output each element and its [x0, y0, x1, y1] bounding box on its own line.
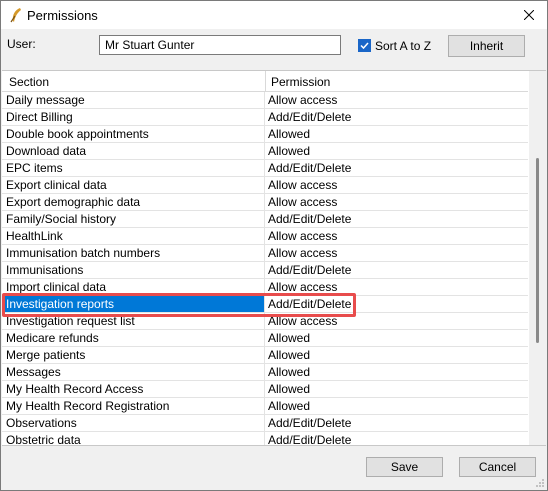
table-row[interactable]: Download data Allowed	[2, 143, 528, 160]
permission-cell[interactable]: Allowed	[265, 381, 528, 397]
checkmark-icon	[360, 42, 369, 50]
table-row[interactable]: Export clinical data Allow access	[2, 177, 528, 194]
section-cell[interactable]: Immunisation batch numbers	[2, 245, 264, 261]
section-cell[interactable]: Obstetric data	[2, 432, 264, 445]
section-cell[interactable]: HealthLink	[2, 228, 264, 244]
permission-cell[interactable]: Allowed	[265, 347, 528, 363]
grid-rows: Daily message Allow access Direct Billing A…	[2, 92, 528, 445]
permission-cell[interactable]: Add/Edit/Delete	[265, 160, 528, 176]
user-label: User:	[7, 37, 36, 51]
table-row[interactable]: Immunisation batch numbers Allow access	[2, 245, 528, 262]
permission-cell[interactable]: Allow access	[265, 228, 528, 244]
table-row[interactable]: Immunisations Add/Edit/Delete	[2, 262, 528, 279]
table-row[interactable]: Merge patients Allowed	[2, 347, 528, 364]
section-cell[interactable]: Medicare refunds	[2, 330, 264, 346]
permission-cell[interactable]: Allowed	[265, 398, 528, 414]
window-title: Permissions	[27, 8, 98, 23]
permission-cell[interactable]: Add/Edit/Delete	[265, 109, 528, 125]
user-field[interactable]: Mr Stuart Gunter	[99, 35, 341, 55]
vertical-scrollbar[interactable]	[529, 71, 546, 445]
permission-cell[interactable]: Allow access	[265, 194, 528, 210]
section-cell[interactable]: Daily message	[2, 92, 264, 108]
table-row[interactable]: My Health Record Registration Allowed	[2, 398, 528, 415]
section-cell[interactable]: Export clinical data	[2, 177, 264, 193]
close-icon	[524, 10, 534, 20]
table-row[interactable]: Export demographic data Allow access	[2, 194, 528, 211]
table-row[interactable]: Observations Add/Edit/Delete	[2, 415, 528, 432]
section-cell[interactable]: My Health Record Registration	[2, 398, 264, 414]
table-row[interactable]: EPC items Add/Edit/Delete	[2, 160, 528, 177]
section-cell[interactable]: Merge patients	[2, 347, 264, 363]
permissions-grid: Section Permission Daily message Allow ac…	[2, 70, 546, 446]
permission-cell[interactable]: Add/Edit/Delete	[265, 415, 528, 431]
permission-cell[interactable]: Allowed	[265, 126, 528, 142]
cancel-button[interactable]: Cancel	[459, 457, 536, 477]
table-row[interactable]: Double book appointments Allowed	[2, 126, 528, 143]
permission-cell[interactable]: Allow access	[265, 177, 528, 193]
column-header-permission[interactable]: Permission	[271, 75, 330, 89]
highlight-box	[2, 293, 356, 317]
permission-cell[interactable]: Allowed	[265, 143, 528, 159]
column-divider[interactable]	[265, 71, 266, 91]
section-cell[interactable]: Download data	[2, 143, 264, 159]
section-cell[interactable]: Family/Social history	[2, 211, 264, 227]
sort-a-to-z-label[interactable]: Sort A to Z	[375, 39, 431, 53]
resize-grip-icon[interactable]	[535, 478, 545, 488]
title-bar: Permissions	[1, 1, 547, 29]
feather-icon	[10, 8, 21, 23]
inherit-button[interactable]: Inherit	[448, 35, 525, 57]
permissions-dialog: Permissions User: Mr Stuart Gunter Sort …	[0, 0, 548, 491]
column-header-section[interactable]: Section	[9, 75, 49, 89]
section-cell[interactable]: Double book appointments	[2, 126, 264, 142]
table-row[interactable]: My Health Record Access Allowed	[2, 381, 528, 398]
table-row[interactable]: Family/Social history Add/Edit/Delete	[2, 211, 528, 228]
save-button[interactable]: Save	[366, 457, 443, 477]
permission-cell[interactable]: Add/Edit/Delete	[265, 211, 528, 227]
scroll-thumb[interactable]	[536, 158, 539, 343]
permission-cell[interactable]: Allow access	[265, 245, 528, 261]
section-cell[interactable]: Messages	[2, 364, 264, 380]
section-cell[interactable]: Observations	[2, 415, 264, 431]
table-row[interactable]: Messages Allowed	[2, 364, 528, 381]
section-cell[interactable]: Immunisations	[2, 262, 264, 278]
section-cell[interactable]: My Health Record Access	[2, 381, 264, 397]
close-button[interactable]	[511, 1, 547, 29]
table-row[interactable]: Medicare refunds Allowed	[2, 330, 528, 347]
sort-a-to-z-checkbox[interactable]	[358, 39, 371, 52]
section-cell[interactable]: Direct Billing	[2, 109, 264, 125]
table-row[interactable]: HealthLink Allow access	[2, 228, 528, 245]
table-row[interactable]: Direct Billing Add/Edit/Delete	[2, 109, 528, 126]
section-cell[interactable]: EPC items	[2, 160, 264, 176]
permission-cell[interactable]: Add/Edit/Delete	[265, 432, 528, 445]
section-cell[interactable]: Export demographic data	[2, 194, 264, 210]
permission-cell[interactable]: Allowed	[265, 330, 528, 346]
permission-cell[interactable]: Allowed	[265, 364, 528, 380]
table-row[interactable]: Obstetric data Add/Edit/Delete	[2, 432, 528, 445]
table-row[interactable]: Daily message Allow access	[2, 92, 528, 109]
permission-cell[interactable]: Allow access	[265, 92, 528, 108]
permission-cell[interactable]: Add/Edit/Delete	[265, 262, 528, 278]
grid-header: Section Permission	[2, 71, 528, 92]
